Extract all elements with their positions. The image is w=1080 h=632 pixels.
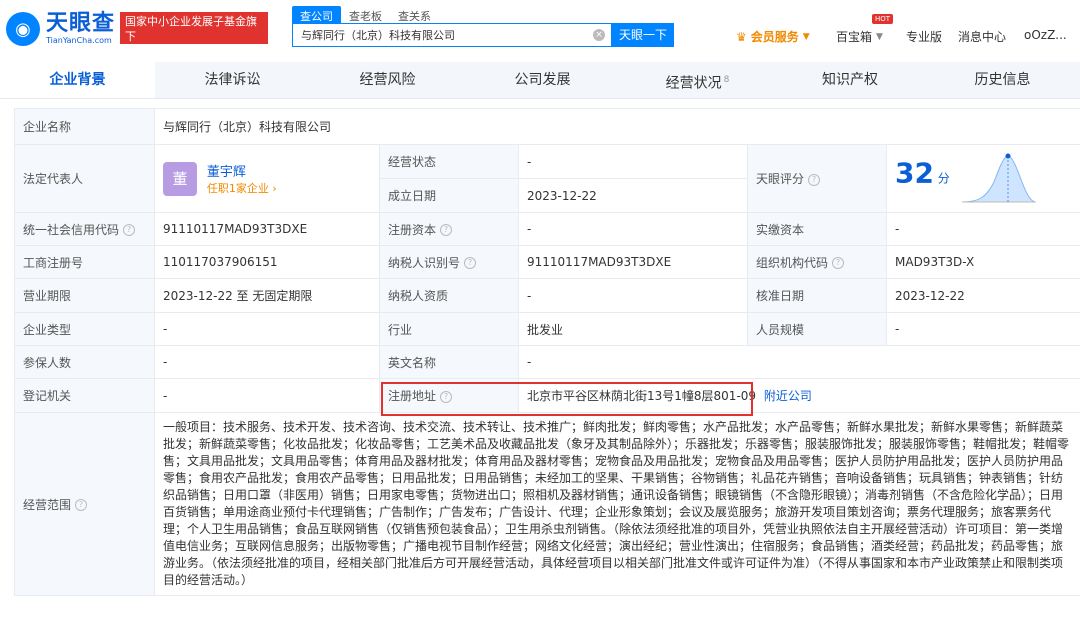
help-icon[interactable]: ? [123,224,136,236]
badge-line-1: 国家中小企业发展子基金旗下 [125,15,257,43]
tab-development[interactable]: 公司发展 [465,62,620,98]
top-bar: ◉ 天眼查 TianYanCha.com 国家中小企业发展子基金旗下 官方备案企… [0,0,1080,62]
taxpayer-qual-value: - [518,278,748,313]
type-value: - [154,312,380,346]
search-box: × [292,23,612,47]
legal-rep-name[interactable]: 董宇辉 [207,161,277,180]
en-name-label: 英文名称 [379,345,519,379]
score-unit: 分 [937,171,950,185]
term-value: 2023-12-22 至 无固定期限 [154,278,380,313]
org-code-label: 组织机构代码? [747,245,887,279]
paid-capital-label: 实缴资本 [747,212,887,246]
taxpayer-id-value: 91110117MAD93T3DXE [518,245,748,279]
taxpayer-id-label-text: 纳税人识别号 [388,255,461,270]
legal-rep-label: 法定代表人 [14,144,155,213]
company-info-table: 企业名称 与辉同行（北京）科技有限公司 法定代表人 董 董宇辉 任职1家企业 ›… [14,108,1080,596]
credit-code-value: 91110117MAD93T3DXE [154,212,380,246]
credit-code-label-text: 统一社会信用代码 [23,222,120,237]
paid-capital-value: - [885,212,1080,246]
tab-risk[interactable]: 经营风险 [310,62,465,98]
reg-capital-label: 注册资本? [379,212,519,246]
score-label: 天眼评分? [747,144,887,213]
reg-no-value: 110117037906151 [154,245,380,279]
crown-icon: ♛ [736,29,747,44]
reg-no-label: 工商注册号 [14,245,155,279]
term-label: 营业期限 [14,278,155,313]
tab-operations-label: 经营状况 [665,75,722,92]
est-date-value: 2023-12-22 [518,178,748,213]
tab-ip[interactable]: 知识产权 [775,62,925,98]
staff-value: - [885,312,1080,346]
tab-background[interactable]: 企业背景 [0,62,155,98]
taxpayer-id-label: 纳税人识别号? [379,245,519,279]
approve-date-value: 2023-12-22 [885,278,1080,313]
tab-litigation[interactable]: 法律诉讼 [155,62,310,98]
help-icon[interactable]: ? [75,499,88,511]
reg-capital-value: - [518,212,748,246]
pro-version-link[interactable]: 专业版 [906,28,942,45]
reg-org-value: - [154,378,380,413]
treasure-box[interactable]: 百宝箱 ▼ [836,28,883,45]
help-icon[interactable]: ? [440,224,453,236]
score-cell: 32 分 [885,144,1080,213]
scope-label-text: 经营范围 [23,497,72,512]
org-code-value: MAD93T3D-X [885,245,1080,279]
en-name-value: - [517,345,1080,379]
address-highlight-box [381,382,753,416]
legal-rep-positions[interactable]: 任职1家企业 › [207,180,277,196]
eye-logo-icon: ◉ [6,12,40,46]
section-tabs: 企业背景 法律诉讼 经营风险 公司发展 经营状况 8 知识产权 历史信息 [0,62,1080,99]
vip-service[interactable]: ♛ 会员服务 ▼ [736,28,810,45]
logo-domain: TianYanCha.com [46,36,112,45]
nearby-companies-link[interactable]: 附近公司 [764,389,812,403]
tab-operations-count: 8 [723,75,730,85]
chevron-down-icon: ▼ [876,31,883,42]
type-label: 企业类型 [14,312,155,346]
score-value: 32 [895,156,934,189]
staff-label: 人员规模 [747,312,887,346]
status-label: 经营状态 [379,144,519,179]
vip-label: 会员服务 [750,30,799,44]
help-icon[interactable]: ? [832,257,845,269]
search-button[interactable]: 天眼一下 [612,23,674,47]
credit-code-label: 统一社会信用代码? [14,212,155,246]
industry-value: 批发业 [518,312,748,346]
badge-line-2: 官方备案企业征信机构 [125,45,235,58]
help-icon[interactable]: ? [808,173,821,186]
tab-history[interactable]: 历史信息 [925,62,1080,98]
industry-label: 行业 [379,312,519,346]
box-label: 百宝箱 [836,30,873,44]
insured-value: - [154,345,380,379]
hot-badge: HOT [872,14,894,24]
reg-capital-label-text: 注册资本 [388,222,437,237]
chevron-down-icon: ▼ [802,31,810,42]
message-center-link[interactable]: 消息中心 [958,28,1006,45]
logo[interactable]: ◉ 天眼查 TianYanCha.com [6,12,115,46]
clear-icon[interactable]: × [593,29,605,41]
reg-org-label: 登记机关 [14,378,155,413]
legal-rep-cell: 董 董宇辉 任职1家企业 › [154,144,380,213]
score-label-text: 天眼评分 [756,172,805,186]
taxpayer-qual-label: 纳税人资质 [379,278,519,313]
scope-label: 经营范围? [14,412,155,596]
approve-date-label: 核准日期 [747,278,887,313]
avatar: 董 [163,161,197,196]
tab-operations[interactable]: 经营状况 8 [620,62,775,98]
score-distribution-chart [961,153,1036,202]
logo-text: 天眼查 [46,11,116,36]
user-menu[interactable]: oOzZ... [1024,28,1067,42]
company-name-value: 与辉同行（北京）科技有限公司 [153,108,1080,145]
search-input[interactable] [293,24,599,46]
help-icon[interactable]: ? [464,257,477,269]
est-date-label: 成立日期 [379,178,519,213]
scope-value: 一般项目：技术服务、技术开发、技术咨询、技术交流、技术转让、技术推广；鲜肉批发；… [153,412,1080,596]
official-badge: 国家中小企业发展子基金旗下 官方备案企业征信机构 [120,12,268,58]
company-name-label: 企业名称 [14,108,155,145]
insured-label: 参保人数 [14,345,155,379]
org-code-label-text: 组织机构代码 [756,255,829,270]
status-value: - [518,144,748,179]
